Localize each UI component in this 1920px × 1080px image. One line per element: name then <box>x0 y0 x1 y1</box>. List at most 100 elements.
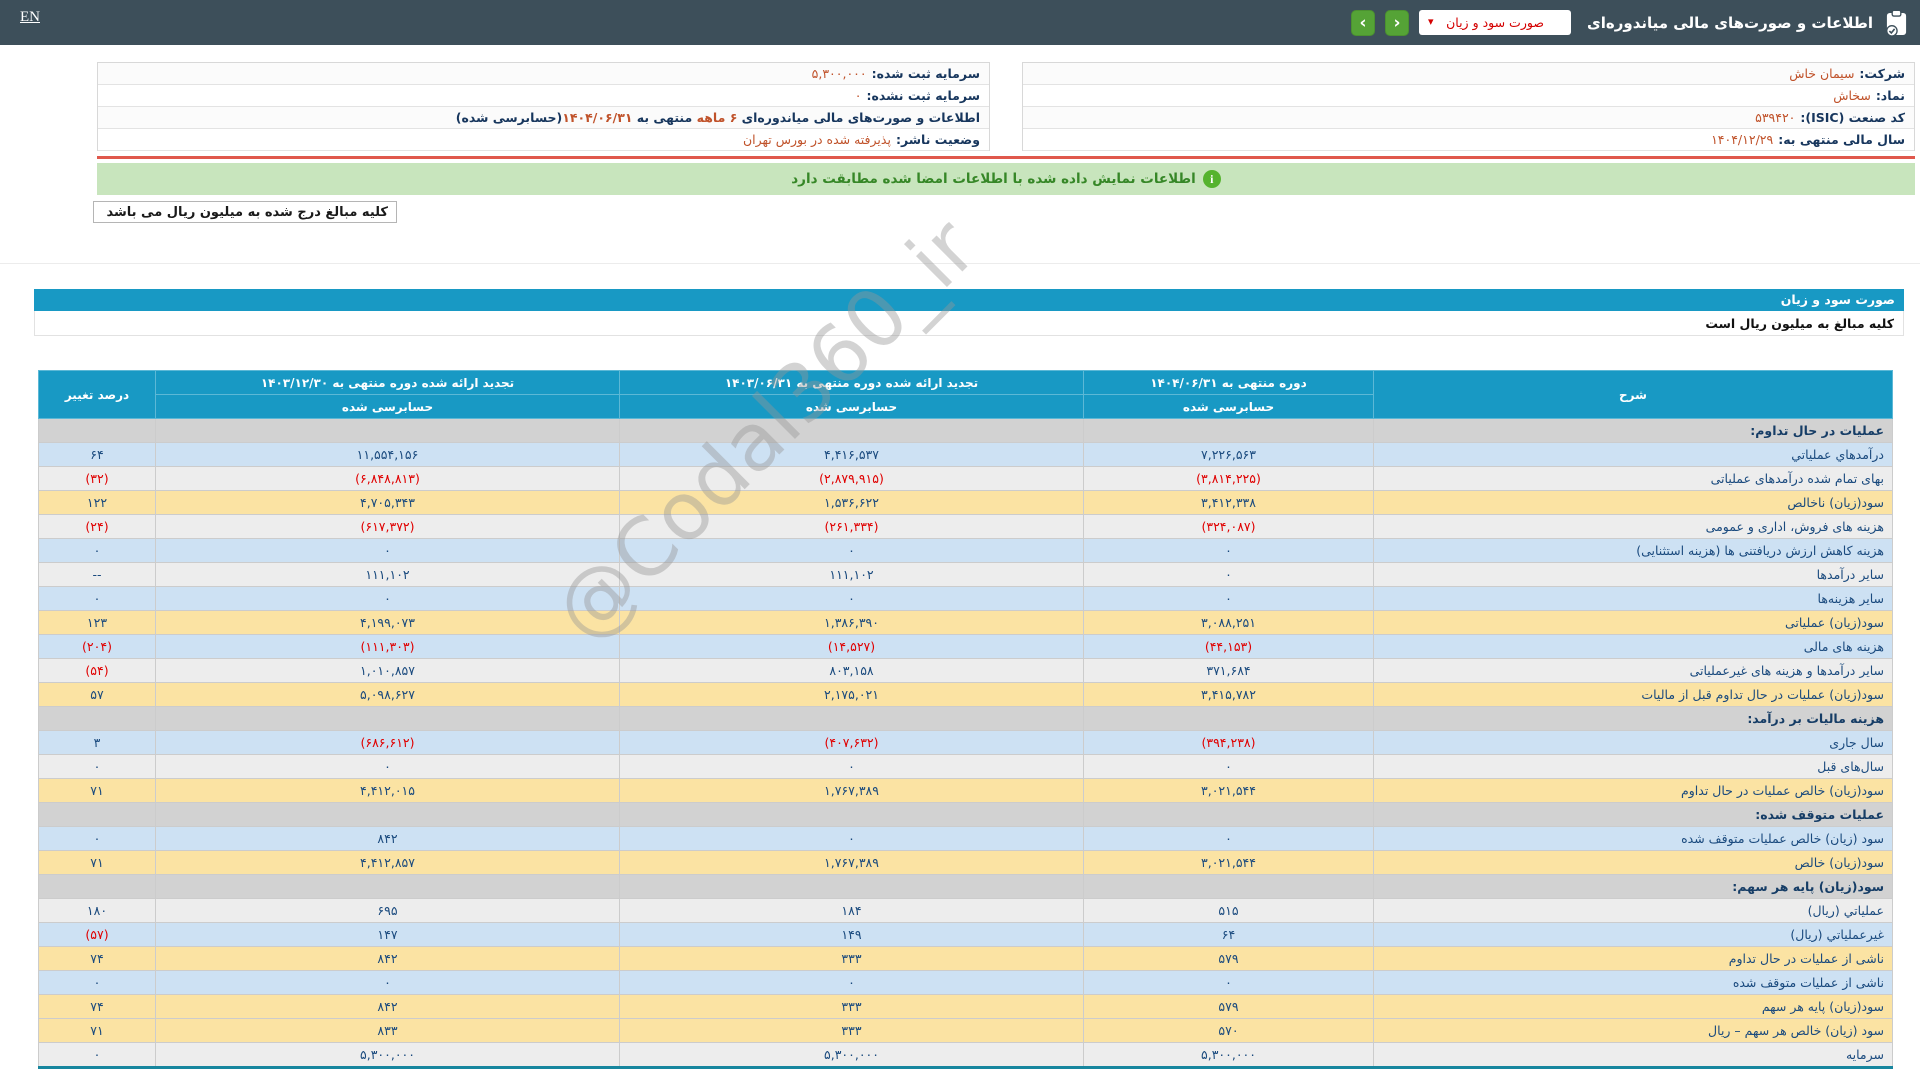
section-empty-cell <box>620 707 1084 731</box>
row-value: (۱۴,۵۲۷) <box>620 635 1084 659</box>
section-empty-cell <box>620 875 1084 899</box>
row-value: (۱۱۱,۳۰۳) <box>156 635 620 659</box>
signature-notice-text: اطلاعات نمایش داده شده با اطلاعات امضا ش… <box>791 171 1196 187</box>
row-value: ۰ <box>620 755 1084 779</box>
row-value: ۰ <box>39 1043 156 1068</box>
row-value: ۰ <box>1084 755 1374 779</box>
row-value: ۰ <box>1084 587 1374 611</box>
income-statement-table: شرح دوره منتهی به ۱۴۰۴/۰۶/۳۱ تجدید ارائه… <box>38 370 1893 1069</box>
company-info-row: نماد:سخاش <box>1023 85 1914 107</box>
next-statement-button[interactable]: › <box>1385 10 1409 36</box>
row-value: ۸۴۲ <box>156 995 620 1019</box>
company-info-section: سرمایه ثبت شده:۵,۳۰۰,۰۰۰سرمایه ثبت نشده:… <box>97 62 1915 151</box>
units-note-box: کلیه مبالغ درج شده به میلیون ریال می باش… <box>93 201 397 223</box>
row-value: (۶۱۷,۳۷۲) <box>156 515 620 539</box>
prev-statement-button[interactable]: ‹ <box>1351 10 1375 36</box>
row-label: سایر درآمدها و هزینه های غیرعملیاتی <box>1374 659 1893 683</box>
table-row: هزینه های فروش، اداری و عمومی(۳۲۴,۰۸۷)(۲… <box>39 515 1893 539</box>
row-value: ۱۸۴ <box>620 899 1084 923</box>
row-value: (۵۴) <box>39 659 156 683</box>
section-empty-cell <box>39 707 156 731</box>
table-row: سود(زیان) عملیات در حال تداوم قبل از مال… <box>39 683 1893 707</box>
language-toggle-en[interactable]: EN <box>20 9 40 26</box>
row-label: ناشی از عملیات در حال تداوم <box>1374 947 1893 971</box>
table-row: سال جاری(۳۹۴,۲۳۸)(۴۰۷,۶۳۲)(۶۸۶,۶۱۲)۳ <box>39 731 1893 755</box>
table-row: ناشی از عملیات در حال تداوم۵۷۹۳۳۳۸۴۲۷۴ <box>39 947 1893 971</box>
row-value: ۱,۳۸۶,۳۹۰ <box>620 611 1084 635</box>
row-label: سود(زیان) پایه هر سهم <box>1374 995 1893 1019</box>
row-value: (۶۸۶,۶۱۲) <box>156 731 620 755</box>
row-label: غیرعملیاتي (ریال) <box>1374 923 1893 947</box>
row-value: ۸۰۳,۱۵۸ <box>620 659 1084 683</box>
section-empty-cell <box>156 419 620 443</box>
table-row: بهای تمام شده درآمدهای عملیاتی(۳,۸۱۴,۲۲۵… <box>39 467 1893 491</box>
row-value: ۰ <box>39 539 156 563</box>
row-value: ۳,۰۲۱,۵۴۴ <box>1084 779 1374 803</box>
info-value: سخاش <box>1833 88 1871 103</box>
section-empty-cell <box>156 707 620 731</box>
row-value: ۴,۴۱۲,۰۱۵ <box>156 779 620 803</box>
row-value: ۵۱۵ <box>1084 899 1374 923</box>
page-title: اطلاعات و صورت‌های مالی میاندوره‌ای <box>1587 14 1873 32</box>
company-info-row: کد صنعت (ISIC):۵۳۹۴۲۰ <box>1023 107 1914 129</box>
row-value: ۰ <box>156 755 620 779</box>
section-label: سود(زیان) پایه هر سهم: <box>1374 875 1893 899</box>
section-empty-cell <box>1084 707 1374 731</box>
table-row: هزینه کاهش ارزش دریافتنی ها (هزینه استثن… <box>39 539 1893 563</box>
row-value: ۱,۵۳۶,۶۲۲ <box>620 491 1084 515</box>
company-info-right: شرکت:سیمان خاشنماد:سخاشکد صنعت (ISIC):۵۳… <box>1022 62 1915 151</box>
row-value: ۸۴۲ <box>156 827 620 851</box>
table-row: سایر درآمدها و هزینه های غیرعملیاتی۳۷۱,۶… <box>39 659 1893 683</box>
info-icon: i <box>1203 170 1221 188</box>
row-value: ۵۷۰ <box>1084 1019 1374 1043</box>
row-value: ۵,۳۰۰,۰۰۰ <box>1084 1043 1374 1068</box>
row-value: ۱۲۳ <box>39 611 156 635</box>
table-row: سود(زیان) خالص۳,۰۲۱,۵۴۴۱,۷۶۷,۳۸۹۴,۴۱۲,۸۵… <box>39 851 1893 875</box>
info-value: پذیرفته شده در بورس تهران <box>743 132 891 147</box>
row-value: ۵۷۹ <box>1084 947 1374 971</box>
col-subheader-audited-1: حسابرسی شده <box>1084 395 1374 419</box>
row-value: ۵,۰۹۸,۶۲۷ <box>156 683 620 707</box>
info-value: ۱۴۰۴/۱۲/۲۹ <box>1711 132 1773 147</box>
income-statement-table-wrap: شرح دوره منتهی به ۱۴۰۴/۰۶/۳۱ تجدید ارائه… <box>38 370 1892 1069</box>
row-label: هزینه کاهش ارزش دریافتنی ها (هزینه استثن… <box>1374 539 1893 563</box>
row-label: سود(زیان) عملیاتی <box>1374 611 1893 635</box>
row-value: ۱۲۲ <box>39 491 156 515</box>
row-value: ۰ <box>620 587 1084 611</box>
info-label: شرکت: <box>1859 66 1905 81</box>
row-value: (۲۶۱,۳۳۴) <box>620 515 1084 539</box>
row-value: ۳,۴۱۲,۳۳۸ <box>1084 491 1374 515</box>
section-empty-cell <box>1084 875 1374 899</box>
row-value: ۵۷ <box>39 683 156 707</box>
table-row: سود(زیان) ناخالص۳,۴۱۲,۳۳۸۱,۵۳۶,۶۲۲۴,۷۰۵,… <box>39 491 1893 515</box>
section-divider <box>0 263 1920 264</box>
row-value: ۷۱ <box>39 1019 156 1043</box>
row-value: (۶,۸۴۸,۸۱۳) <box>156 467 620 491</box>
row-value: ۰ <box>1084 539 1374 563</box>
section-empty-cell <box>39 803 156 827</box>
info-static-text: منتهی به <box>632 110 696 125</box>
row-value: ۱۴۹ <box>620 923 1084 947</box>
row-value: ۴,۱۹۹,۰۷۳ <box>156 611 620 635</box>
company-info-row: سرمایه ثبت شده:۵,۳۰۰,۰۰۰ <box>98 63 989 85</box>
row-value: ۱,۷۶۷,۳۸۹ <box>620 851 1084 875</box>
section-label: عملیات متوقف شده: <box>1374 803 1893 827</box>
row-value: ۴,۴۱۶,۵۳۷ <box>620 443 1084 467</box>
section-empty-cell <box>156 803 620 827</box>
section-empty-cell <box>620 803 1084 827</box>
row-label: سود(زیان) خالص <box>1374 851 1893 875</box>
info-value: ۰ <box>855 88 862 103</box>
row-label: سایر درآمدها <box>1374 563 1893 587</box>
row-value: ۱۱۱,۱۰۲ <box>156 563 620 587</box>
section-header-row: سود(زیان) پایه هر سهم: <box>39 875 1893 899</box>
clipboard-check-icon <box>1885 9 1908 37</box>
statement-type-dropdown[interactable]: ▾ صورت سود و زیان <box>1419 10 1571 35</box>
row-value: ۴,۷۰۵,۳۴۳ <box>156 491 620 515</box>
row-value: ۳ <box>39 731 156 755</box>
row-value: ۷۱ <box>39 779 156 803</box>
col-header-description: شرح <box>1374 371 1893 419</box>
section-empty-cell <box>1084 419 1374 443</box>
row-value: ۳۷۱,۶۸۴ <box>1084 659 1374 683</box>
info-label: سال مالی منتهی به: <box>1778 132 1905 147</box>
row-label: سرمایه <box>1374 1043 1893 1068</box>
